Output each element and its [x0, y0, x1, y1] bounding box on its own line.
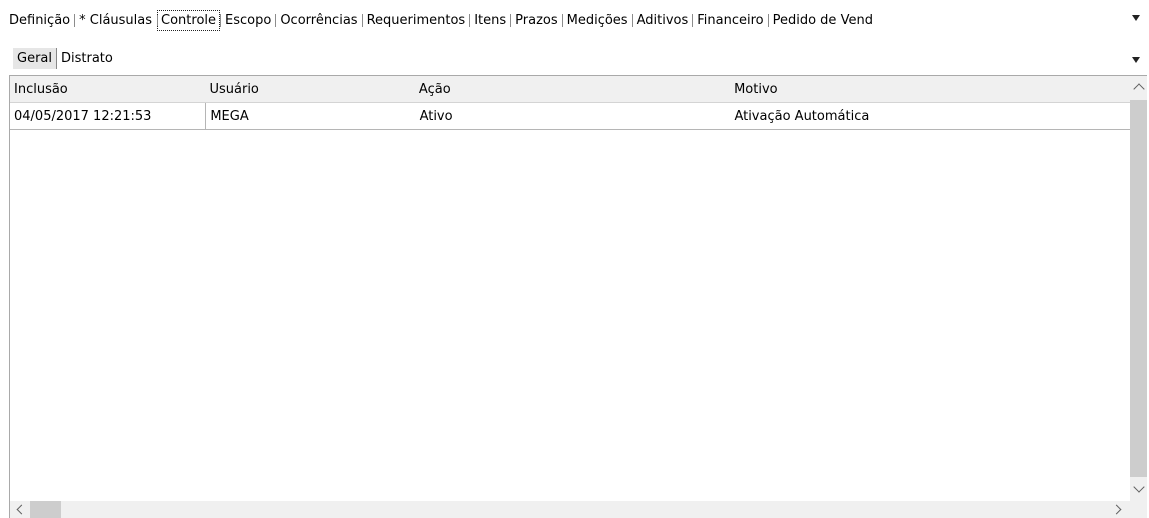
- tab-pedido-de-venda[interactable]: Pedido de Vend: [767, 10, 877, 31]
- grid-viewport: Inclusão Usuário Ação Motivo 04/05/2017 …: [10, 76, 1130, 501]
- tab-prazos[interactable]: Prazos: [510, 10, 561, 31]
- sub-tab-bar: Geral Distrato: [0, 45, 1149, 71]
- vertical-scrollbar[interactable]: [1130, 76, 1147, 501]
- cell-inclusao: 04/05/2017 12:21:53: [10, 103, 207, 129]
- tab-medicoes[interactable]: Medições: [561, 10, 632, 31]
- cell-usuario: MEGA: [210, 109, 249, 124]
- column-header-acao[interactable]: Ação: [415, 76, 730, 102]
- main-tabs: Definição * Cláusulas Controle Escopo Oc…: [5, 7, 877, 33]
- tab-controle[interactable]: Controle: [157, 9, 221, 31]
- table-row[interactable]: 04/05/2017 12:21:53 MEGA Ativo Ativação …: [10, 103, 1130, 130]
- column-header-inclusao[interactable]: Inclusão: [10, 76, 205, 102]
- tab-requerimentos[interactable]: Requerimentos: [361, 10, 470, 31]
- column-header-motivo[interactable]: Motivo: [730, 76, 1130, 102]
- history-grid: Inclusão Usuário Ação Motivo 04/05/2017 …: [9, 75, 1147, 518]
- horizontal-scrollbar[interactable]: [10, 501, 1130, 518]
- tabs-overflow-dropdown-icon[interactable]: [1132, 15, 1140, 21]
- vertical-scroll-thumb[interactable]: [1130, 100, 1147, 477]
- scrollbar-corner: [1130, 501, 1147, 518]
- tab-itens[interactable]: Itens: [469, 10, 510, 31]
- tab-ocorrencias[interactable]: Ocorrências: [275, 10, 361, 31]
- horizontal-scroll-thumb[interactable]: [30, 501, 61, 518]
- tab-clausulas[interactable]: * Cláusulas: [74, 10, 156, 31]
- cell-motivo: Ativação Automática: [734, 109, 870, 124]
- scroll-down-icon[interactable]: [1133, 481, 1145, 493]
- cell-acao: Ativo: [419, 109, 453, 124]
- scroll-left-icon[interactable]: [16, 504, 27, 515]
- subtab-distrato[interactable]: Distrato: [57, 48, 117, 69]
- subtab-geral[interactable]: Geral: [13, 48, 57, 69]
- tab-aditivos[interactable]: Aditivos: [631, 10, 693, 31]
- tab-definicao[interactable]: Definição: [5, 10, 74, 31]
- main-tab-bar: Definição * Cláusulas Controle Escopo Oc…: [0, 7, 1149, 33]
- scroll-right-icon[interactable]: [1111, 504, 1122, 515]
- tab-escopo[interactable]: Escopo: [220, 10, 275, 31]
- grid-header: Inclusão Usuário Ação Motivo: [10, 76, 1130, 103]
- scroll-up-icon[interactable]: [1133, 83, 1145, 95]
- sub-tabs: Geral Distrato: [13, 48, 117, 69]
- subtabs-overflow-dropdown-icon[interactable]: [1132, 57, 1140, 63]
- column-header-usuario[interactable]: Usuário: [205, 76, 414, 102]
- tab-financeiro[interactable]: Financeiro: [692, 10, 767, 31]
